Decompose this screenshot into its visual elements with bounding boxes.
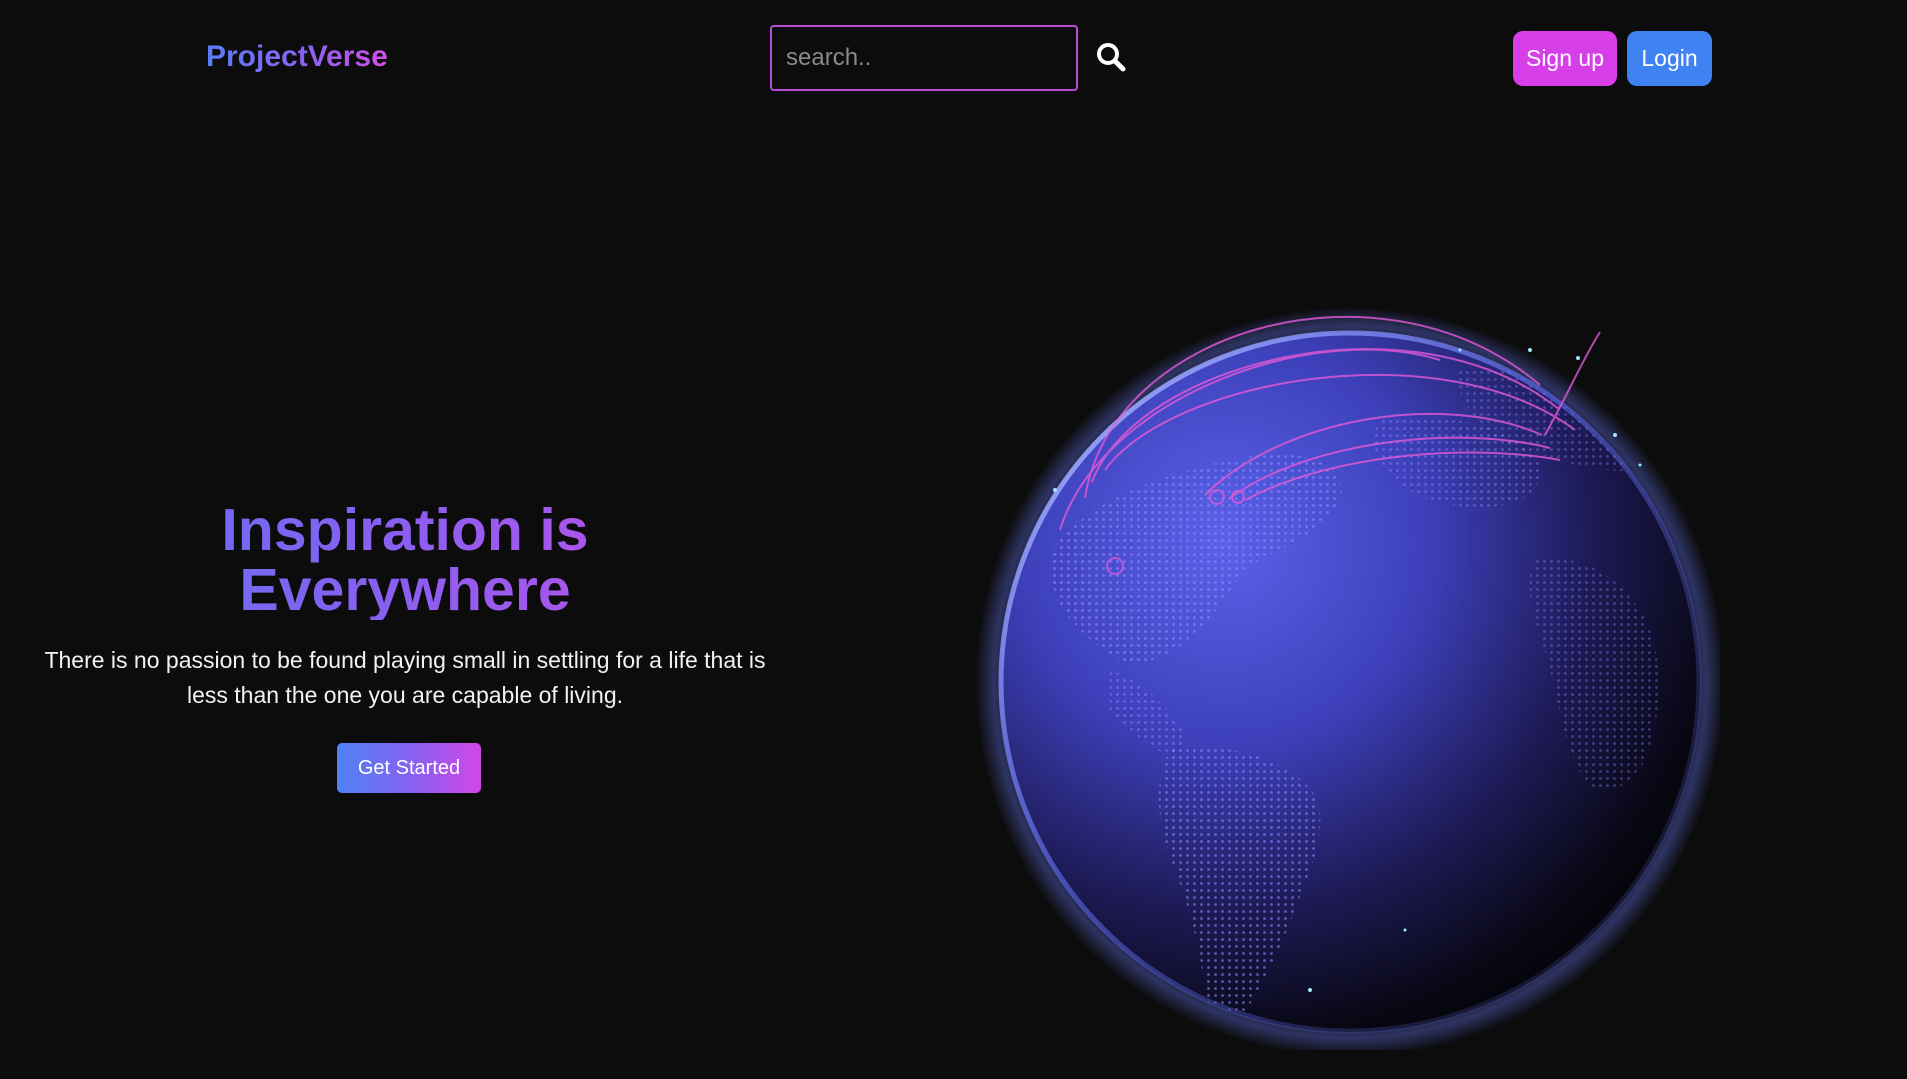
brand-logo[interactable]: ProjectVerse [206, 40, 388, 74]
hero-description: There is no passion to be found playing … [40, 643, 770, 713]
login-button[interactable]: Login [1627, 31, 1712, 86]
signup-button[interactable]: Sign up [1513, 31, 1617, 86]
hero-title: Inspiration is Everywhere [40, 500, 770, 620]
search-input[interactable] [772, 27, 1076, 89]
search-box[interactable] [770, 25, 1078, 91]
page: ProjectVerse Sign up Login Inspiration i… [0, 0, 1907, 1079]
hero-title-line-2: Everywhere [239, 557, 571, 623]
hero-description-line-2: less than the one you are capable of liv… [186, 682, 623, 708]
get-started-button[interactable]: Get Started [337, 743, 481, 793]
search-icon [1097, 43, 1126, 72]
search-button[interactable] [1094, 40, 1128, 74]
hero-description-line-1: There is no passion to be found playing … [44, 647, 766, 673]
globe-illustration [975, 307, 1720, 1050]
hero-title-line-1: Inspiration is [221, 497, 589, 563]
